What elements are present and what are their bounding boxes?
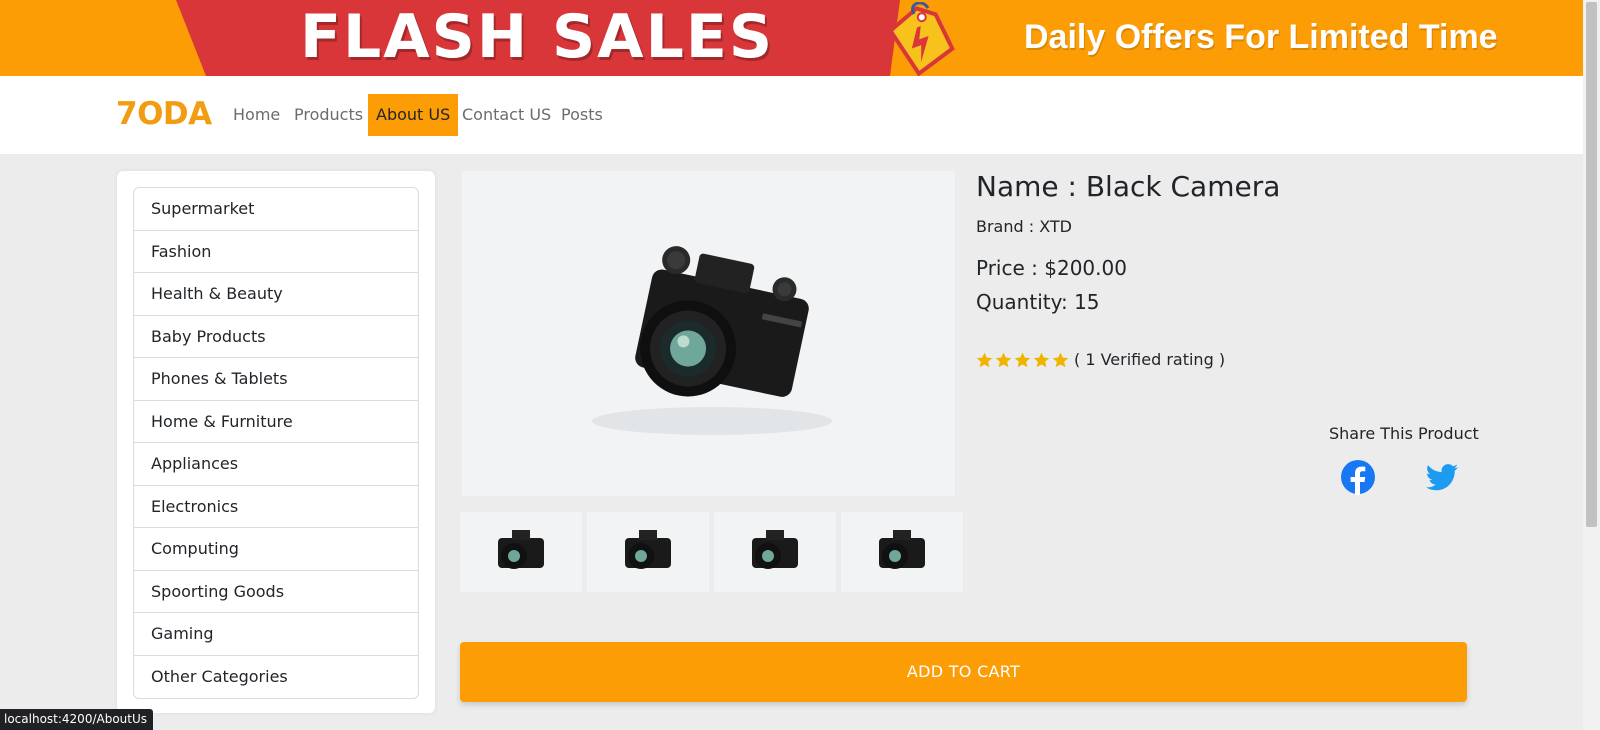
star-icon [976, 352, 993, 367]
product-quantity: Quantity: 15 [976, 290, 1100, 314]
star-icon [1033, 352, 1050, 367]
browser-status-url: localhost:4200/AboutUs [0, 709, 154, 730]
page-scrollbar[interactable] [1583, 0, 1600, 730]
twitter-icon[interactable] [1424, 459, 1460, 495]
nav-link-home[interactable]: Home [225, 94, 288, 136]
category-item-phones-tablets[interactable]: Phones & Tablets [134, 358, 418, 401]
add-to-cart-button[interactable]: ADD TO CART [460, 642, 1467, 702]
nav-link-products[interactable]: Products [286, 94, 371, 136]
product-main-image [462, 171, 955, 496]
category-item-sporting-goods[interactable]: Spoorting Goods [134, 571, 418, 613]
rating-stars [975, 349, 1070, 371]
category-item-health-beauty[interactable]: Health & Beauty [134, 273, 418, 316]
category-item-baby-products[interactable]: Baby Products [134, 316, 418, 358]
camera-icon [498, 530, 544, 569]
banner-daily-offers-text: Daily Offers For Limited Time [1024, 18, 1498, 56]
product-thumbnails [460, 512, 964, 592]
camera-icon [592, 246, 832, 435]
product-thumbnail[interactable] [460, 512, 582, 592]
category-item-home-furniture[interactable]: Home & Furniture [134, 401, 418, 443]
product-thumbnail[interactable] [587, 512, 709, 592]
product-brand: Brand : XTD [976, 217, 1072, 236]
category-item-gaming[interactable]: Gaming [134, 613, 418, 656]
category-list: Supermarket Fashion Health & Beauty Baby… [133, 187, 419, 699]
product-price: Price : $200.00 [976, 256, 1127, 280]
nav-link-contact-us[interactable]: Contact US [454, 94, 559, 136]
category-item-appliances[interactable]: Appliances [134, 443, 418, 486]
category-item-supermarket[interactable]: Supermarket [134, 188, 418, 231]
flash-sales-banner[interactable]: FLASH SALES Daily Offers For Limited Tim… [0, 0, 1583, 76]
scrollbar-thumb[interactable] [1586, 2, 1597, 527]
star-icon [1052, 352, 1069, 367]
sale-tag-lightning-icon [887, 2, 955, 76]
product-thumbnail[interactable] [714, 512, 836, 592]
camera-icon [752, 530, 798, 569]
product-thumbnail[interactable] [841, 512, 963, 592]
category-item-electronics[interactable]: Electronics [134, 486, 418, 528]
banner-flash-text: FLASH SALES [300, 2, 775, 72]
product-name: Name : Black Camera [976, 170, 1281, 203]
brand-logo[interactable]: 7ODA [116, 96, 212, 132]
camera-icon [625, 530, 671, 569]
rating-count-text: ( 1 Verified rating ) [1074, 350, 1226, 369]
camera-icon [879, 530, 925, 569]
star-icon [1014, 352, 1031, 367]
category-sidebar: Supermarket Fashion Health & Beauty Baby… [117, 171, 435, 713]
nav-link-posts[interactable]: Posts [553, 94, 611, 136]
facebook-icon[interactable] [1340, 459, 1376, 495]
navbar: 7ODA Home Products About US Contact US P… [0, 76, 1583, 154]
nav-link-about-us[interactable]: About US [368, 94, 459, 136]
category-item-fashion[interactable]: Fashion [134, 231, 418, 273]
star-icon [995, 352, 1012, 367]
category-item-other[interactable]: Other Categories [134, 656, 418, 699]
category-item-computing[interactable]: Computing [134, 528, 418, 571]
share-title: Share This Product [1329, 424, 1479, 443]
